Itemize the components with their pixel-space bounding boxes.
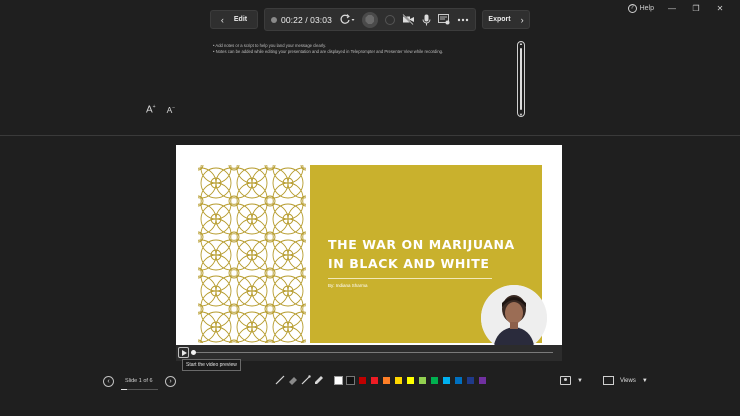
highlighter-icon: [315, 376, 323, 384]
color-swatch[interactable]: [370, 376, 379, 385]
video-scrubber[interactable]: [191, 350, 196, 355]
help-icon: ?: [627, 3, 637, 13]
view-controls: ▼ Views ▼: [560, 376, 648, 385]
section-divider: [0, 135, 740, 136]
color-swatch[interactable]: [466, 376, 475, 385]
notes-line: • Notes can be added while editing your …: [213, 49, 444, 54]
color-swatch[interactable]: [418, 376, 427, 385]
close-button[interactable]: ✕: [714, 4, 726, 13]
increase-font-label: A: [146, 104, 153, 116]
color-swatch[interactable]: [346, 376, 355, 385]
chevron-right-icon: ›: [169, 378, 172, 385]
slide-byline: By: Indiana Sharma: [328, 283, 368, 288]
decorative-pattern: [198, 165, 306, 343]
next-slide-button[interactable]: ›: [165, 376, 176, 387]
recording-controls: 00:22 / 03:03: [264, 8, 476, 31]
color-swatch[interactable]: [430, 376, 439, 385]
teleprompter-button[interactable]: [437, 14, 450, 25]
slide-title-line2: IN BLACK AND WHITE: [328, 256, 490, 271]
edit-label: Edit: [233, 16, 248, 23]
views-label[interactable]: Views: [620, 378, 636, 384]
color-swatch[interactable]: [478, 376, 487, 385]
chevron-right-icon: ›: [520, 14, 524, 25]
eraser-tool[interactable]: [288, 375, 298, 386]
color-swatch[interactable]: [334, 376, 343, 385]
minimize-button[interactable]: —: [666, 4, 678, 13]
microphone-icon: [422, 14, 431, 25]
notes-area[interactable]: • Add notes or a script to help you land…: [213, 42, 443, 55]
color-swatch[interactable]: [454, 376, 463, 385]
scroll-up-icon: ▲: [519, 41, 523, 46]
more-icon: [457, 18, 469, 21]
eraser-icon: [289, 377, 297, 385]
help-button[interactable]: ? Help: [627, 3, 654, 13]
camera-off-icon: [402, 14, 414, 25]
restore-button[interactable]: ❐: [690, 4, 702, 13]
chevron-left-icon: ‹: [220, 14, 224, 25]
pen-icon: [275, 375, 285, 385]
color-swatch[interactable]: [358, 376, 367, 385]
slide-progress: [121, 389, 158, 390]
color-swatch[interactable]: [406, 376, 415, 385]
recording-status-icon: [271, 16, 277, 23]
slide-preview: THE WAR ON MARIJUANA IN BLACK AND WHITE …: [176, 145, 562, 345]
ink-toolbar: [275, 375, 487, 386]
window-controls: ? Help — ❐ ✕: [627, 0, 740, 16]
webcam-overlay[interactable]: [481, 285, 547, 345]
more-options-button[interactable]: [457, 18, 469, 22]
export-label: Export: [488, 16, 511, 23]
slide-progress-fill: [121, 389, 127, 390]
record-button[interactable]: [361, 11, 378, 28]
chevron-left-icon: ‹: [107, 378, 110, 385]
views-icon[interactable]: [602, 376, 614, 385]
edit-button[interactable]: ‹ Edit: [210, 10, 258, 29]
help-label: Help: [639, 4, 654, 12]
retake-icon: [340, 13, 355, 24]
export-button[interactable]: Export ›: [482, 10, 530, 29]
color-swatch[interactable]: [382, 376, 391, 385]
slide-counter: Slide 1 of 6: [125, 378, 153, 384]
laser-pointer-icon: [301, 375, 311, 385]
pause-button[interactable]: [384, 14, 395, 25]
slide-title: THE WAR ON MARIJUANA IN BLACK AND WHITE: [328, 235, 515, 273]
camera-layout-dropdown-icon[interactable]: ▼: [577, 378, 583, 384]
color-swatch[interactable]: [442, 376, 451, 385]
presenter-video: [481, 285, 547, 345]
microphone-button[interactable]: [422, 14, 431, 26]
tooltip: Start the video preview: [182, 359, 241, 371]
title-rule: [328, 278, 492, 279]
previous-slide-button[interactable]: ‹: [103, 376, 114, 387]
camera-layout-icon[interactable]: [560, 376, 571, 385]
laser-tool[interactable]: [301, 375, 311, 386]
scroll-down-icon: ▼: [519, 112, 523, 117]
notes-scrollbar[interactable]: ▲ ▼: [517, 41, 525, 117]
recording-timer: 00:22 / 03:03: [281, 14, 332, 25]
camera-toggle-button[interactable]: [402, 14, 415, 25]
record-stop-icon: [365, 15, 375, 24]
pen-tool[interactable]: [275, 375, 285, 386]
views-dropdown-icon[interactable]: ▼: [642, 378, 648, 384]
increase-font-button[interactable]: A+: [146, 104, 156, 115]
highlighter-tool[interactable]: [314, 375, 324, 386]
color-swatch[interactable]: [394, 376, 403, 385]
slide-title-line1: THE WAR ON MARIJUANA: [328, 237, 515, 252]
teleprompter-icon: [437, 14, 450, 25]
video-progress-track[interactable]: [193, 352, 553, 353]
scroll-thumb[interactable]: [520, 48, 522, 110]
font-size-controls: A+ A−: [146, 104, 175, 115]
reset-recording-button[interactable]: [339, 13, 355, 26]
decrease-font-button[interactable]: A−: [167, 105, 176, 115]
start-video-preview-button[interactable]: [178, 347, 189, 358]
